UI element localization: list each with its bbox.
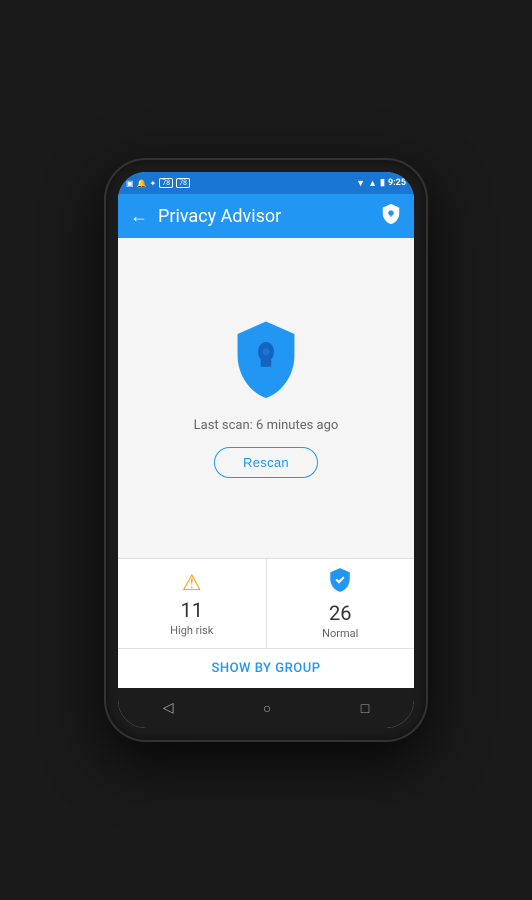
warning-icon: ⚠ xyxy=(182,571,202,596)
status-icons-left: ▣ 🔔 ✦ 78 78 xyxy=(126,178,190,188)
time-display: 9:25 xyxy=(388,178,406,188)
rescan-button[interactable]: Rescan xyxy=(214,447,318,478)
normal-count: 26 xyxy=(329,603,351,623)
privacy-shield-icon xyxy=(226,318,306,398)
main-content: Last scan: 6 minutes ago Rescan ⚠ 11 Hig… xyxy=(118,238,414,688)
bluetooth-icon: ✦ xyxy=(150,179,157,188)
battery-icon: ▮ xyxy=(380,178,385,188)
hero-section: Last scan: 6 minutes ago Rescan xyxy=(118,238,414,558)
shield-settings-icon[interactable] xyxy=(380,203,402,230)
show-by-group-button[interactable]: SHOW BY GROUP xyxy=(118,648,414,688)
phone-frame: ▣ 🔔 ✦ 78 78 ▼ ▲ ▮ 9:25 ← Privacy Advisor xyxy=(106,160,426,740)
status-bar: ▣ 🔔 ✦ 78 78 ▼ ▲ ▮ 9:25 xyxy=(118,172,414,194)
high-risk-label: High risk xyxy=(170,624,213,637)
signal-icon: ▲ xyxy=(368,178,377,189)
normal-label: Normal xyxy=(322,627,358,640)
check-shield-icon xyxy=(327,567,353,599)
high-risk-stat: ⚠ 11 High risk xyxy=(118,559,267,648)
back-button[interactable]: ← xyxy=(130,206,148,227)
nav-bar: ◁ ○ □ xyxy=(118,688,414,728)
notification-icon: ▣ xyxy=(126,179,134,188)
normal-stat: 26 Normal xyxy=(267,559,415,648)
status-icons-right: ▼ ▲ ▮ 9:25 xyxy=(356,178,406,189)
back-nav-icon[interactable]: ◁ xyxy=(163,700,174,716)
shield-container xyxy=(226,318,306,402)
high-risk-count: 11 xyxy=(181,600,203,620)
stats-section: ⚠ 11 High risk 26 Normal xyxy=(118,558,414,648)
app-bar: ← Privacy Advisor xyxy=(118,194,414,238)
show-by-group-label: SHOW BY GROUP xyxy=(211,661,320,676)
recents-nav-icon[interactable]: □ xyxy=(361,700,369,717)
ringer-icon: 🔔 xyxy=(137,179,147,188)
last-scan-text: Last scan: 6 minutes ago xyxy=(194,418,339,433)
phone-screen: ▣ 🔔 ✦ 78 78 ▼ ▲ ▮ 9:25 ← Privacy Advisor xyxy=(118,172,414,728)
app-bar-title: Privacy Advisor xyxy=(158,206,380,227)
battery-badge-2: 78 xyxy=(176,178,190,188)
home-nav-icon[interactable]: ○ xyxy=(263,700,271,717)
battery-badge-1: 78 xyxy=(159,178,173,188)
wifi-icon: ▼ xyxy=(356,178,365,189)
